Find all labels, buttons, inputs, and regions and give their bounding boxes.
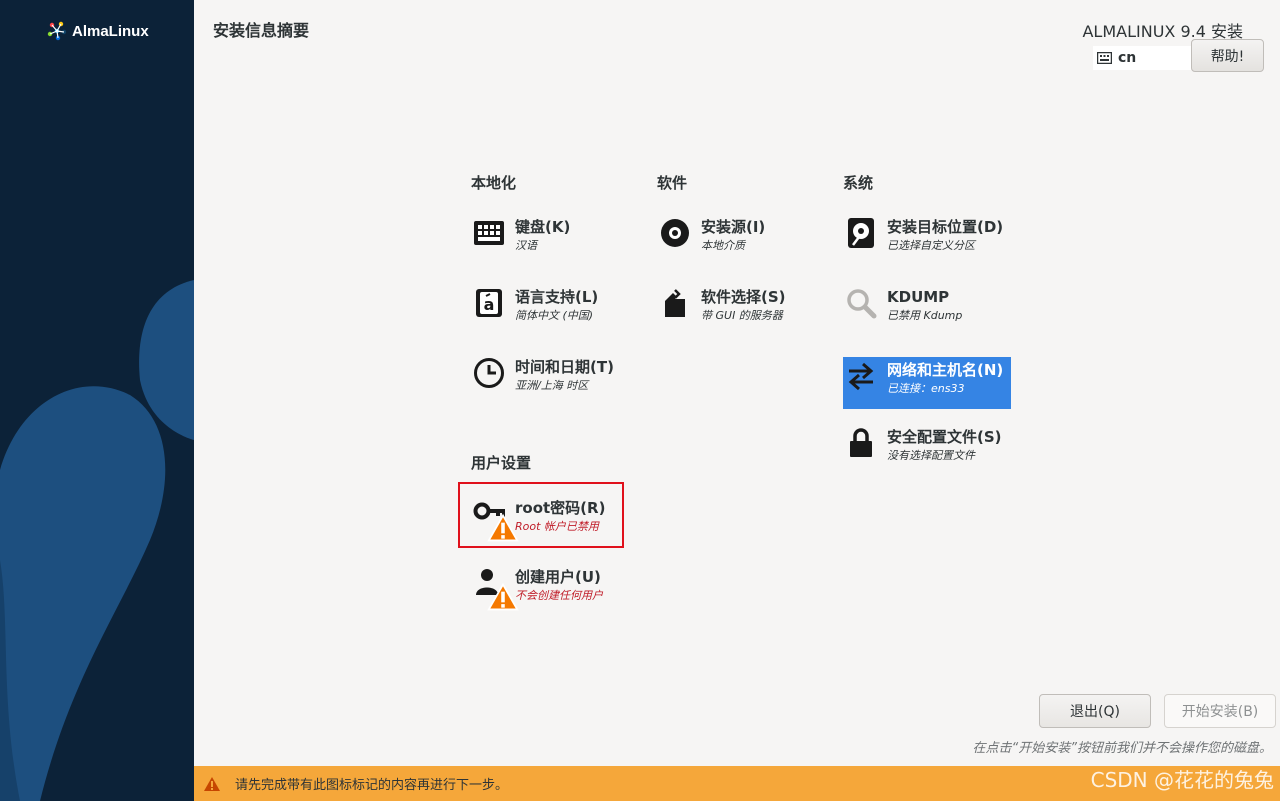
language-icon: a [471, 287, 515, 323]
lock-icon [843, 427, 887, 463]
spoke-keyboard[interactable]: 键盘(K) 汉语 [471, 207, 639, 259]
spoke-time-status: 亚洲/上海 时区 [515, 379, 589, 392]
svg-text:a: a [484, 295, 495, 314]
warning-icon [204, 776, 220, 791]
user-icon [471, 567, 519, 611]
spoke-kdump[interactable]: KDUMP 已禁用 Kdump [843, 277, 1011, 329]
spoke-keyboard-status: 汉语 [515, 239, 537, 252]
spoke-install-source[interactable]: 安装源(I) 本地介质 [657, 207, 825, 259]
keyboard-icon [471, 217, 515, 253]
spoke-software-selection[interactable]: 软件选择(S) 带 GUI 的服务器 [657, 277, 825, 329]
spoke-security-profile[interactable]: 安全配置文件(S) 没有选择配置文件 [843, 417, 1011, 469]
spoke-time[interactable]: 时间和日期(T) 亚洲/上海 时区 [471, 347, 639, 399]
spoke-software-selection-name: 软件选择(S) [701, 288, 786, 306]
category-localization: 本地化 [471, 174, 517, 192]
spoke-network-name: 网络和主机名(N) [887, 361, 1004, 379]
spoke-install-destination[interactable]: 安装目标位置(D) 已选择自定义分区 [843, 207, 1011, 259]
spoke-install-source-name: 安装源(I) [701, 218, 766, 236]
brand-logo: AlmaLinux [46, 20, 149, 42]
disk-icon [843, 217, 887, 253]
watermark: CSDN @花花的兔兔 [1090, 768, 1274, 792]
sidebar-decoration [0, 280, 194, 801]
spoke-install-destination-status: 已选择自定义分区 [887, 239, 975, 252]
spoke-network[interactable]: 网络和主机名(N) 已连接：ens33 [843, 357, 1011, 409]
page-title: 安装信息摘要 [213, 21, 310, 40]
category-system: 系统 [843, 174, 874, 192]
spoke-create-user-name: 创建用户(U) [515, 568, 601, 586]
category-user-settings: 用户设置 [471, 454, 532, 472]
quit-button[interactable]: 退出(Q) [1039, 694, 1151, 728]
spoke-security-profile-name: 安全配置文件(S) [887, 428, 1002, 446]
spoke-root-password[interactable]: root密码(R) Root 帐户已禁用 [458, 482, 624, 548]
sidebar: AlmaLinux [0, 0, 194, 801]
spoke-language-status: 简体中文 (中国) [515, 309, 594, 322]
clock-icon [471, 357, 515, 393]
spoke-language-name: 语言支持(L) [515, 288, 599, 306]
main-panel: 安装信息摘要 ALMALINUX 9.4 安装 cn 帮助! 本地化 软件 系统… [194, 0, 1280, 801]
network-arrows-icon [843, 360, 887, 396]
spoke-software-selection-status: 带 GUI 的服务器 [701, 309, 783, 322]
search-icon [843, 287, 887, 323]
spoke-root-password-status: Root 帐户已禁用 [515, 520, 599, 533]
spoke-security-profile-status: 没有选择配置文件 [887, 449, 975, 462]
spoke-time-name: 时间和日期(T) [515, 358, 614, 376]
spoke-kdump-status: 已禁用 Kdump [887, 309, 963, 322]
spoke-kdump-name: KDUMP [887, 288, 950, 306]
spoke-create-user-status: 不会创建任何用户 [515, 589, 603, 602]
disk-notice: 在点击“开始安装”按钮前我们并不会操作您的磁盘。 [972, 741, 1272, 756]
category-software: 软件 [657, 174, 688, 192]
brand-name: AlmaLinux [72, 22, 149, 40]
spoke-install-source-status: 本地介质 [701, 239, 745, 252]
keyboard-layout-indicator[interactable]: cn [1093, 46, 1191, 70]
package-icon [657, 287, 701, 323]
keyboard-small-icon [1097, 52, 1112, 64]
spoke-root-password-name: root密码(R) [515, 499, 606, 517]
help-button[interactable]: 帮助! [1191, 39, 1264, 72]
almalinux-logo-icon [47, 21, 67, 41]
spoke-language[interactable]: a 语言支持(L) 简体中文 (中国) [471, 277, 639, 329]
warning-icon [487, 582, 519, 611]
disc-icon [657, 217, 701, 253]
warning-message: 请先完成带有此图标标记的内容再进行下一步。 [235, 778, 509, 793]
begin-installation-button[interactable]: 开始安装(B) [1164, 694, 1276, 728]
keyboard-layout-label: cn [1118, 50, 1137, 66]
spoke-install-destination-name: 安装目标位置(D) [887, 218, 1004, 236]
spoke-network-status: 已连接：ens33 [887, 382, 965, 395]
spoke-create-user[interactable]: 创建用户(U) 不会创建任何用户 [471, 557, 639, 611]
warning-icon [487, 513, 519, 542]
spoke-keyboard-name: 键盘(K) [515, 218, 571, 236]
key-icon [471, 498, 519, 542]
